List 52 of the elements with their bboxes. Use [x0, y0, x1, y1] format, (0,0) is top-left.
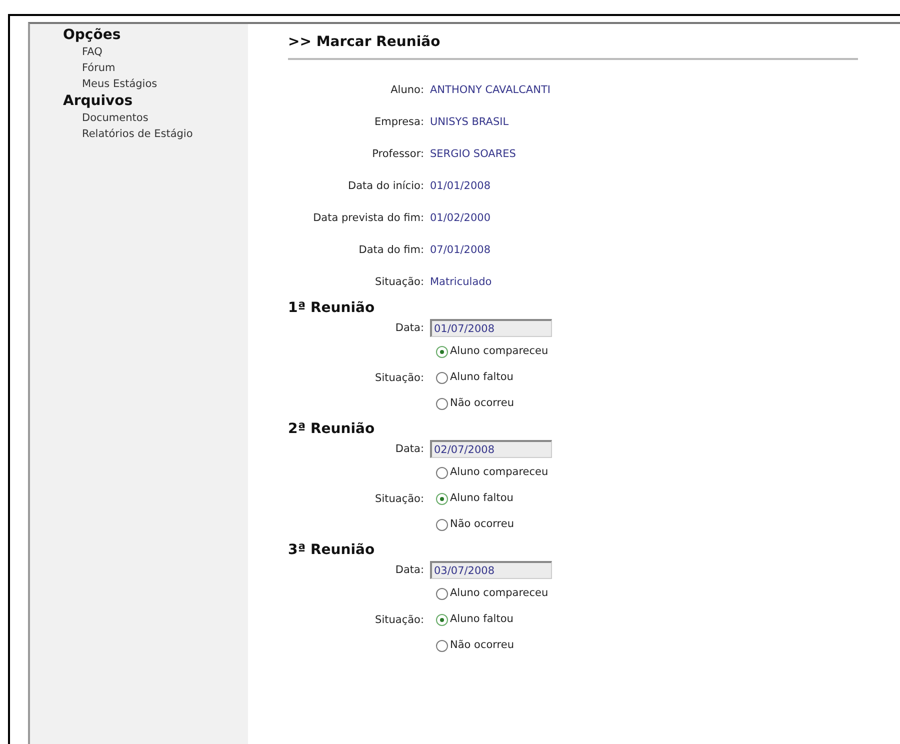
radio-button[interactable]	[436, 588, 448, 600]
radio-button[interactable]	[436, 466, 448, 478]
radio-option[interactable]: Aluno faltou	[436, 371, 900, 384]
page-title: >> Marcar Reunião	[288, 28, 858, 60]
section-heading: 2ª Reunião	[288, 420, 376, 438]
field-value: ANTHONY CAVALCANTI	[430, 84, 550, 97]
radio-option[interactable]: Aluno compareceu	[436, 466, 900, 479]
radio-option[interactable]: Não ocorreu	[436, 518, 900, 531]
field-label: Professor:	[371, 148, 424, 161]
field-label: Data prevista do fim:	[312, 212, 424, 225]
sidebar-heading: Opções	[63, 26, 122, 44]
radio-button[interactable]	[436, 614, 448, 626]
date-field[interactable]: 03/07/2008	[430, 561, 552, 579]
sidebar-link[interactable]: Relatórios de Estágio	[63, 126, 248, 142]
radio-button[interactable]	[436, 518, 448, 530]
field-value: Matriculado	[430, 276, 492, 289]
radio-button[interactable]	[436, 398, 448, 410]
sidebar-link[interactable]: Meus Estágios	[63, 76, 248, 92]
radio-option[interactable]: Aluno compareceu	[436, 587, 900, 600]
sidebar-link[interactable]: Fórum	[63, 60, 248, 76]
radio-button[interactable]	[436, 640, 448, 652]
field-value: UNISYS BRASIL	[430, 116, 509, 129]
field-label: Data do início:	[347, 180, 424, 193]
radio-option[interactable]: Não ocorreu	[436, 397, 900, 410]
radio-button[interactable]	[436, 492, 448, 504]
date-field[interactable]: 01/07/2008	[430, 319, 552, 337]
field-label: Data:	[394, 322, 424, 334]
sidebar-link[interactable]: Documentos	[63, 110, 248, 126]
field-label: Situação:	[374, 614, 424, 626]
radio-option[interactable]: Aluno compareceu	[436, 345, 900, 358]
radio-option[interactable]: Aluno faltou	[436, 613, 900, 626]
field-label: Situação:	[374, 372, 424, 384]
section-heading: 1ª Reunião	[288, 299, 376, 317]
field-label: Data:	[394, 443, 424, 455]
field-value: 07/01/2008	[430, 244, 491, 257]
field-value: 01/02/2000	[430, 212, 491, 225]
date-field[interactable]: 02/07/2008	[430, 440, 552, 458]
sidebar-link[interactable]: FAQ	[63, 44, 248, 60]
field-label: Aluno:	[390, 84, 424, 97]
field-label: Situação:	[374, 276, 424, 289]
radio-option[interactable]: Não ocorreu	[436, 639, 900, 652]
sidebar-heading: Arquivos	[63, 92, 134, 110]
radio-button[interactable]	[436, 346, 448, 358]
field-label: Data:	[394, 564, 424, 576]
radio-option[interactable]: Aluno faltou	[436, 492, 900, 505]
radio-button[interactable]	[436, 372, 448, 384]
field-label: Empresa:	[373, 116, 424, 129]
field-value: 01/01/2008	[430, 180, 491, 193]
field-value: SERGIO SOARES	[430, 148, 516, 161]
section-heading: 3ª Reunião	[288, 541, 376, 559]
field-label: Data do fim:	[358, 244, 424, 257]
field-label: Situação:	[374, 492, 424, 504]
